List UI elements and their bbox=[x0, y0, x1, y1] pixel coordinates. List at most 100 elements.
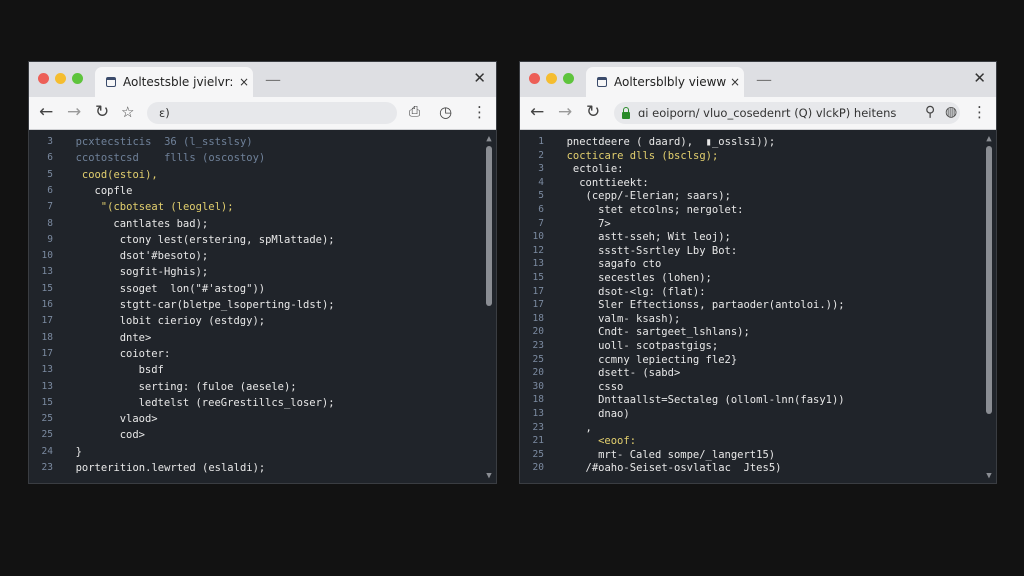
code-line: 20 /#oaho-Seiset-osvlatlac Jtes5) bbox=[520, 460, 980, 476]
code-line: 7 "(cbotseat (leoglel); bbox=[29, 199, 480, 215]
code-line: 13 serting: (fuloe (aesele); bbox=[29, 379, 480, 395]
address-bar[interactable]: ɑi eoiporn/ vluo_cosedenrt (Q) vlckP) he… bbox=[614, 102, 960, 124]
window-close-icon[interactable]: ✕ bbox=[473, 69, 486, 87]
code-line: 15 ssoget lon("#'astog")) bbox=[29, 281, 480, 297]
title-bar: Aoltersblbly vieww: × — ✕ bbox=[520, 62, 996, 97]
code-text: vlaod> bbox=[119, 413, 158, 426]
line-number: 3 bbox=[47, 136, 53, 147]
line-number: 23 bbox=[41, 462, 53, 473]
code-text: lobit cierioy (estdgy); bbox=[119, 315, 266, 328]
new-tab-button[interactable]: — bbox=[265, 70, 281, 89]
code-line: 3 pcxtecsticis 36 (l_sstslsy) bbox=[29, 134, 480, 150]
line-number: 17 bbox=[41, 347, 53, 359]
line-number: 10 bbox=[41, 250, 53, 262]
back-arrow-icon[interactable]: ← bbox=[39, 102, 53, 122]
code-line: 9 ctony lest(erstering, spMlattade); bbox=[29, 232, 480, 248]
browser-tab[interactable]: Aoltestsble jvielvr: × bbox=[95, 67, 253, 97]
code-editor[interactable]: 1 pnectdeere ( daard), ▮_osslsi)); 2 coctic… bbox=[520, 130, 996, 483]
code-text: ctony lest(erstering, spMlattade); bbox=[119, 233, 335, 246]
lock-icon bbox=[622, 106, 630, 119]
code-text: copfle bbox=[94, 184, 133, 197]
code-text: dsot'#besoto); bbox=[119, 250, 209, 263]
scroll-up-icon[interactable]: ▲ bbox=[484, 134, 494, 144]
scroll-down-icon[interactable]: ▼ bbox=[484, 471, 494, 481]
maximize-window-dot[interactable] bbox=[72, 73, 83, 84]
back-arrow-icon[interactable]: ← bbox=[530, 102, 544, 122]
close-window-dot[interactable] bbox=[529, 73, 540, 84]
code-line: 8 cantlates bad); bbox=[29, 216, 480, 232]
bookmark-star-icon[interactable]: ☆ bbox=[121, 102, 134, 122]
code-line: 15 ledtelst (reeGrestillcs_loser); bbox=[29, 395, 480, 411]
line-number: 13 bbox=[41, 364, 53, 376]
address-bar[interactable]: ɛ) bbox=[147, 102, 397, 124]
window-controls bbox=[38, 73, 83, 84]
page-favicon-icon bbox=[597, 77, 607, 87]
code-text: cod> bbox=[119, 429, 145, 442]
reload-icon[interactable]: ↻ bbox=[586, 102, 600, 122]
code-text: } bbox=[75, 445, 82, 458]
tab-close-icon[interactable]: × bbox=[726, 75, 744, 89]
forward-arrow-icon[interactable]: → bbox=[558, 102, 572, 122]
minimize-window-dot[interactable] bbox=[55, 73, 66, 84]
share-icon[interactable]: ⎙ bbox=[409, 102, 420, 122]
close-window-dot[interactable] bbox=[38, 73, 49, 84]
line-number: 6 bbox=[47, 152, 53, 164]
code-line: 24} bbox=[29, 444, 480, 460]
kebab-menu-icon[interactable]: ⋮ bbox=[972, 102, 987, 122]
kebab-menu-icon[interactable]: ⋮ bbox=[472, 102, 487, 122]
code-text: porterition.lewrted (eslaldi); bbox=[75, 462, 266, 474]
code-text: /#oaho-Seiset-osvlatlac Jtes5) bbox=[585, 462, 782, 475]
line-number: 18 bbox=[41, 331, 53, 343]
scroll-thumb[interactable] bbox=[486, 146, 492, 306]
browser-toolbar: ← → ↻ ☆ ɛ) ⎙ ◷ ⋮ bbox=[29, 97, 496, 130]
browser-tab[interactable]: Aoltersblbly vieww: × bbox=[586, 67, 744, 97]
code-text: cantlates bad); bbox=[113, 217, 209, 230]
line-number: 16 bbox=[41, 299, 53, 310]
line-number: 8 bbox=[47, 217, 53, 229]
scroll-down-icon[interactable]: ▼ bbox=[984, 471, 994, 481]
profile-icon[interactable]: ◍ bbox=[945, 102, 957, 122]
tab-title: Aoltersblbly vieww: bbox=[614, 75, 726, 89]
code-line: 13 bsdf bbox=[29, 362, 480, 378]
code-text: "(cbotseat (leoglel); bbox=[100, 201, 234, 214]
forward-arrow-icon[interactable]: → bbox=[67, 102, 81, 122]
line-number: 9 bbox=[47, 233, 53, 245]
code-text: coioter: bbox=[119, 347, 171, 360]
browser-window-right: Aoltersblbly vieww: × — ✕ ← → ↻ ɑi eoipo… bbox=[519, 61, 997, 484]
page-favicon-icon bbox=[106, 77, 116, 87]
vertical-scrollbar[interactable]: ▲ ▼ bbox=[484, 134, 494, 481]
code-line: 13 sogfit-Hghis); bbox=[29, 264, 480, 280]
reload-icon[interactable]: ↻ bbox=[95, 102, 109, 122]
vertical-scrollbar[interactable]: ▲ ▼ bbox=[984, 134, 994, 481]
address-url: ɑi eoiporn/ vluo_cosedenrt (Q) vlckP) he… bbox=[638, 106, 897, 120]
code-text: dnte> bbox=[119, 331, 152, 344]
code-line: 17 lobit cierioy (estdgy); bbox=[29, 313, 480, 329]
line-number: 15 bbox=[41, 282, 53, 294]
code-text: ledtelst (reeGrestillcs_loser); bbox=[138, 396, 335, 409]
extension-icon[interactable]: ⚲ bbox=[925, 102, 935, 122]
scroll-up-icon[interactable]: ▲ bbox=[984, 134, 994, 144]
tab-close-icon[interactable]: × bbox=[235, 75, 253, 89]
maximize-window-dot[interactable] bbox=[563, 73, 574, 84]
line-number: 13 bbox=[41, 380, 53, 392]
scroll-thumb[interactable] bbox=[986, 146, 992, 414]
window-close-icon[interactable]: ✕ bbox=[973, 69, 986, 87]
code-line: 23 porterition.lewrted (eslaldi); bbox=[29, 460, 480, 476]
line-number: 17 bbox=[41, 315, 53, 327]
line-number: 25 bbox=[41, 413, 53, 425]
browser-window-left: Aoltestsble jvielvr: × — ✕ ← → ↻ ☆ ɛ) ⎙ … bbox=[28, 61, 497, 484]
code-editor[interactable]: 3 pcxtecsticis 36 (l_sstslsy) 6 ccotostcsd … bbox=[29, 130, 496, 483]
code-text: pcxtecsticis 36 (l_sstslsy) bbox=[75, 136, 253, 148]
code-line: 16 stgtt-car(bletpe_lsoperting-ldst); bbox=[29, 297, 480, 313]
minimize-window-dot[interactable] bbox=[546, 73, 557, 84]
code-line: 25 cod> bbox=[29, 427, 480, 443]
new-tab-button[interactable]: — bbox=[756, 70, 772, 89]
code-text: stgtt-car(bletpe_lsoperting-ldst); bbox=[119, 299, 335, 311]
code-text: sogfit-Hghis); bbox=[119, 266, 209, 279]
history-icon[interactable]: ◷ bbox=[439, 102, 452, 122]
code-text: bsdf bbox=[138, 364, 164, 377]
title-bar: Aoltestsble jvielvr: × — ✕ bbox=[29, 62, 496, 97]
code-line: 5 cood(estoi), bbox=[29, 167, 480, 183]
line-number: 24 bbox=[41, 445, 53, 457]
code-line: 6 ccotostcsd fllls (oscostoy) bbox=[29, 150, 480, 166]
